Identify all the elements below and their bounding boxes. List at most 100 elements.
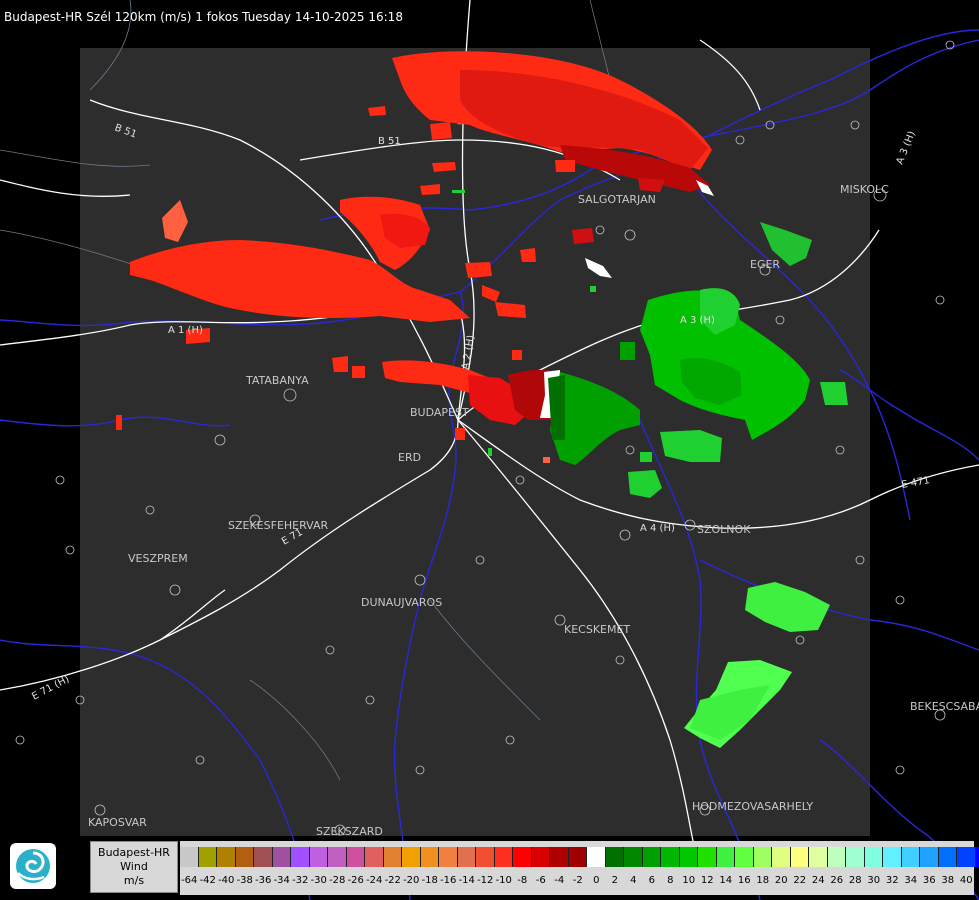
city-label: TATABANYA [245,374,309,387]
legend-swatch [827,847,846,867]
city-label: BUDAPEST [410,406,469,419]
legend-tick: -64 [181,875,198,886]
legend-tick: -36 [255,875,272,886]
legend-tick: -4 [554,875,565,886]
city-label: KECSKEMET [564,623,630,636]
legend-swatch [846,847,865,867]
legend-swatch [550,847,569,867]
city-label: EGER [750,258,780,271]
legend-tick: 26 [830,875,844,886]
city-label: KAPOSVAR [88,816,147,829]
swirl-logo-icon [16,849,50,883]
legend-swatch [235,847,254,867]
wind-legend: Budapest-HR Wind m/s -64 -42 -40 -38 -36 -34-… [90,841,979,895]
legend-swatch [735,847,754,867]
legend-radar-name: Budapest-HR [98,846,170,859]
legend-swatch [975,847,979,867]
legend-swatch [883,847,902,867]
legend-swatch [568,847,587,867]
legend-tick: -12 [477,875,494,886]
legend-swatch [420,847,439,867]
legend-product-name: Wind [120,860,148,873]
legend-tick: 34 [904,875,918,886]
legend-tick: 12 [700,875,714,886]
legend-tick: 2 [611,875,618,886]
legend-tick: -30 [310,875,327,886]
road-label: A 3 (H) [680,315,715,326]
legend-tick: -6 [535,875,546,886]
legend-tick: 18 [756,875,770,886]
city-label: SALGOTARJAN [578,193,656,206]
legend-tick: 42 [976,875,979,889]
legend-tick: -16 [440,875,457,886]
legend-tick: 6 [648,875,655,886]
legend-swatch [198,847,217,867]
legend-tick: -8 [517,875,528,886]
legend-swatch [698,847,717,867]
road-label: A 4 (H) [640,523,675,534]
legend-swatch [291,847,310,867]
legend-tick: 8 [667,875,674,886]
legend-tick: 10 [682,875,696,886]
legend-swatch [439,847,458,867]
legend-swatch [402,847,421,867]
legend-swatch [513,847,532,867]
road-label: A 3 (H) [895,130,918,167]
legend-swatch [531,847,550,867]
legend-tick: 0 [593,875,600,886]
legend-swatch [217,847,236,867]
legend-tick: 40 [959,875,973,886]
city-label: DUNAUJVAROS [361,596,442,609]
legend-color-scale [180,847,979,867]
legend-swatch [901,847,920,867]
legend-swatch [624,847,643,867]
legend-swatch [605,847,624,867]
legend-swatch [383,847,402,867]
legend-tick: 24 [811,875,825,886]
legend-tick: 38 [941,875,955,886]
legend-tick: 30 [867,875,881,886]
legend-swatch [716,847,735,867]
legend-tick: -14 [458,875,475,886]
road-label: E 471 [901,475,931,491]
legend-tick: 14 [719,875,733,886]
city-label: HODMEZOVASARHELY [692,800,813,813]
city-label: BEKESCSABA [910,700,979,713]
legend-swatch [457,847,476,867]
legend-swatch [180,847,199,867]
legend-tick: 22 [793,875,807,886]
legend-swatch [957,847,976,867]
city-label: SZEKSZARD [316,825,383,838]
legend-unit: m/s [123,874,145,887]
legend-tick: -22 [384,875,401,886]
legend-tick: 28 [848,875,862,886]
legend-swatch [254,847,273,867]
legend-tick: -34 [273,875,290,886]
road-label: B 51 [378,136,401,147]
legend-swatch [365,847,384,867]
legend-tick-labels: -64 -42 -40 -38 -36 -34 -32 -30 -28 -26 -24 -22 -20-… [180,875,979,889]
legend-swatch [494,847,513,867]
legend-swatch [476,847,495,867]
legend-tick: -20 [403,875,420,886]
legend-tick: -18 [421,875,438,886]
legend-tick: -40 [218,875,235,886]
city-label: SZOLNOK [697,523,751,536]
legend-swatch [920,847,939,867]
legend-tick: -28 [329,875,346,886]
legend-tick: 36 [922,875,936,886]
city-label: MISKOLC [840,183,889,196]
legend-swatch [587,847,606,867]
legend-tick: 4 [630,875,637,886]
legend-tick: -10 [495,875,512,886]
legend-swatch [309,847,328,867]
legend-swatch [661,847,680,867]
legend-swatch [679,847,698,867]
road-label: E 71 (H) [30,674,71,703]
legend-tick: -42 [199,875,216,886]
legend-tick: -2 [572,875,583,886]
road-label: A 1 (H) [168,325,203,336]
legend-swatch [938,847,957,867]
legend-label-box: Budapest-HR Wind m/s [90,841,178,893]
legend-swatch [328,847,347,867]
